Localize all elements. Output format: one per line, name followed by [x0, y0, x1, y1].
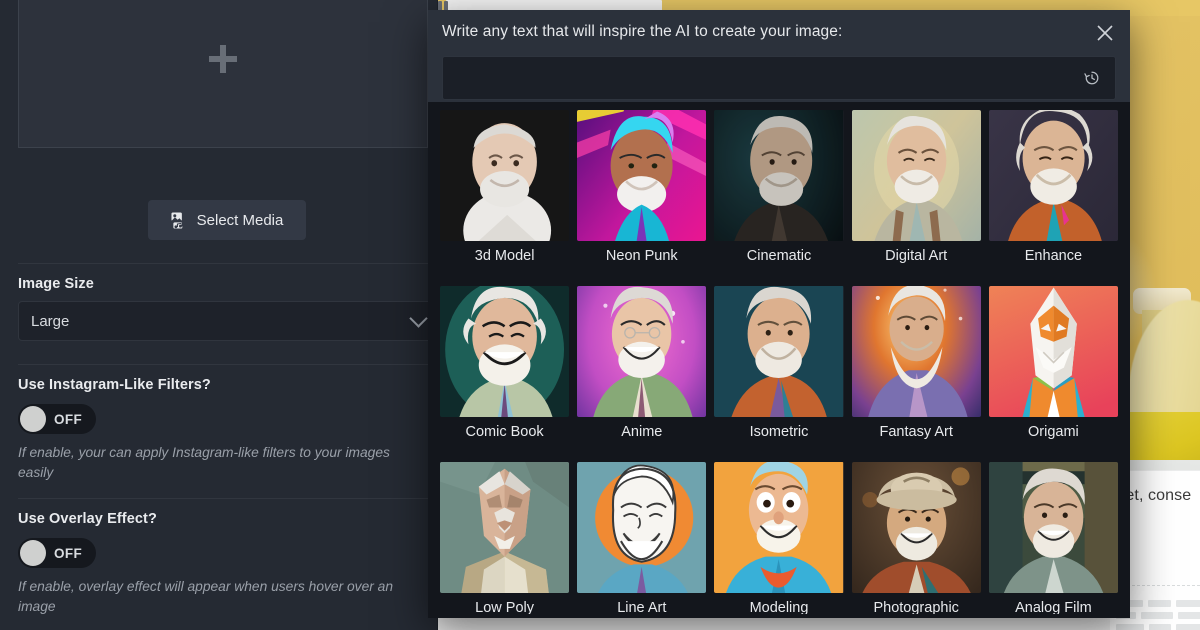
style-thumbnail	[714, 286, 844, 417]
toggle-knob	[20, 540, 46, 566]
instagram-filters-toggle[interactable]: OFF	[18, 404, 96, 434]
style-option-modeling-compound[interactable]: Modeling Compound	[714, 462, 844, 614]
plus-icon	[209, 45, 237, 73]
style-option-isometric[interactable]: Isometric	[714, 286, 844, 462]
style-thumbnail	[851, 110, 981, 241]
close-icon[interactable]	[1090, 18, 1120, 48]
style-option-analog-film[interactable]: Analog Film	[988, 462, 1118, 614]
style-thumbnail	[577, 462, 707, 593]
style-option-fantasy-art[interactable]: Fantasy Art	[851, 286, 981, 462]
style-option-low-poly[interactable]: Low Poly	[440, 462, 570, 614]
style-thumbnail	[440, 110, 570, 241]
style-thumbnail	[440, 462, 570, 593]
style-label: Line Art	[617, 600, 667, 614]
style-label: Analog Film	[1015, 600, 1092, 614]
image-size-select[interactable]: Large	[18, 301, 438, 341]
style-label: Comic Book	[465, 424, 544, 440]
style-option-neon-punk[interactable]: Neon Punk	[577, 110, 707, 286]
overlay-effect-toggle[interactable]: OFF	[18, 538, 96, 568]
style-label: Origami	[1028, 424, 1079, 440]
style-gallery: 3d Model Neon Punk Cinematic Digital Art…	[428, 102, 1130, 614]
style-option-origami[interactable]: Origami	[988, 286, 1118, 462]
style-option-3d-model[interactable]: 3d Model	[440, 110, 570, 286]
style-thumbnail	[988, 286, 1118, 417]
prompt-row	[428, 56, 1130, 102]
style-thumbnail	[988, 110, 1118, 241]
overlay-effect-toggle-state: OFF	[54, 545, 83, 561]
style-option-anime[interactable]: Anime	[577, 286, 707, 462]
overlay-effect-label: Use Overlay Effect?	[18, 511, 157, 527]
style-option-line-art[interactable]: Line Art	[577, 462, 707, 614]
style-label: Modeling Compound	[749, 600, 809, 614]
app-root: met, conse AI	[0, 0, 1200, 630]
style-option-digital-art[interactable]: Digital Art	[851, 110, 981, 286]
chevron-down-icon	[409, 309, 428, 328]
style-label: Digital Art	[885, 248, 948, 264]
divider-3	[18, 498, 438, 499]
style-thumbnail	[714, 462, 844, 593]
style-label: Neon Punk	[605, 248, 678, 264]
image-size-value: Large	[31, 312, 70, 330]
overlay-effect-helper: If enable, overlay effect will appear wh…	[18, 579, 394, 614]
style-thumbnail	[577, 286, 707, 417]
style-grid: 3d Model Neon Punk Cinematic Digital Art…	[440, 110, 1118, 614]
toggle-knob	[20, 406, 46, 432]
style-thumbnail	[714, 110, 844, 241]
media-dropzone[interactable]	[18, 0, 428, 148]
style-thumbnail	[577, 110, 707, 241]
style-option-comic-book[interactable]: Comic Book	[440, 286, 570, 462]
style-thumbnail	[851, 286, 981, 417]
style-thumbnail	[440, 286, 570, 417]
style-label: Cinematic	[746, 248, 812, 264]
style-label: 3d Model	[474, 248, 535, 264]
style-thumbnail	[851, 462, 981, 593]
modal-title: Write any text that will inspire the AI …	[442, 23, 843, 40]
style-label: Low Poly	[475, 600, 535, 614]
style-label: Fantasy Art	[879, 424, 953, 440]
style-option-photographic[interactable]: Photographic	[851, 462, 981, 614]
image-size-label: Image Size	[18, 276, 94, 292]
divider-2	[18, 364, 438, 365]
instagram-filters-toggle-state: OFF	[54, 411, 83, 427]
instagram-filters-label: Use Instagram-Like Filters?	[18, 377, 211, 393]
select-media-label: Select Media	[196, 211, 284, 229]
history-icon[interactable]	[1081, 67, 1103, 89]
style-label: Isometric	[749, 424, 809, 440]
prompt-input[interactable]	[455, 70, 1081, 86]
prompt-field[interactable]	[442, 56, 1116, 100]
modal-header: Write any text that will inspire the AI …	[428, 10, 1130, 56]
style-option-cinematic[interactable]: Cinematic	[714, 110, 844, 286]
style-label: Enhance	[1024, 248, 1083, 264]
style-thumbnail	[988, 462, 1118, 593]
style-label: Anime	[621, 424, 663, 440]
media-library-icon	[171, 211, 188, 229]
style-label: Photographic	[873, 600, 959, 614]
style-option-enhance[interactable]: Enhance	[988, 110, 1118, 286]
ai-image-generator-modal: Write any text that will inspire the AI …	[428, 10, 1130, 618]
settings-panel: Select Media Image Size Large Use Instag…	[0, 0, 438, 630]
select-media-button[interactable]: Select Media	[148, 200, 306, 240]
divider-1	[18, 263, 438, 264]
instagram-filters-helper: If enable, your can apply Instagram-like…	[18, 445, 390, 480]
